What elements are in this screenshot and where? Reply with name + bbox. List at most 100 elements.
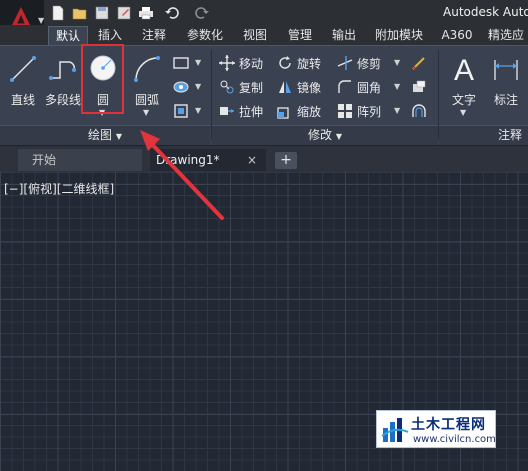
copy-label: 复制	[239, 80, 264, 95]
scale-icon	[277, 107, 289, 119]
stretch-icon	[220, 107, 234, 115]
document-tabs: 开始 Drawing1* × +	[0, 145, 528, 172]
ribbon-tabs: 默认 插入 注释 参数化 视图 管理 输出 附加模块 A360 精选应	[0, 25, 528, 45]
arc-icon	[134, 56, 160, 82]
draw-panel-title-text: 绘图	[88, 128, 113, 142]
explode-icon	[413, 80, 426, 92]
chevron-down-icon[interactable]: ▼	[394, 82, 400, 91]
mirror-label: 镜像	[297, 80, 322, 95]
stretch-label: 拉伸	[239, 104, 264, 119]
erase-icon	[412, 57, 425, 70]
boundary-icon	[174, 104, 188, 118]
watermark-url: www.civilcn.com	[413, 434, 496, 445]
draw-panel-title[interactable]: 绘图 ▼	[70, 126, 140, 144]
text-icon: A	[454, 54, 474, 86]
tab-a360[interactable]: A360	[436, 26, 478, 45]
rectangle-tool[interactable]	[172, 52, 193, 74]
copy-tool[interactable]: 复制	[218, 76, 263, 98]
scale-label: 缩放	[297, 104, 322, 119]
new-tab-button[interactable]: +	[275, 152, 297, 169]
mirror-icon	[279, 81, 291, 93]
chevron-down-icon: ▼	[335, 132, 342, 141]
array-tool[interactable]: 阵列	[336, 100, 381, 122]
chevron-down-icon[interactable]: ▼	[394, 58, 400, 67]
chevron-down-icon[interactable]: ▼	[195, 106, 201, 115]
erase-tool[interactable]	[410, 52, 431, 74]
rotate-label: 旋转	[297, 56, 322, 71]
chevron-down-icon: ▼	[115, 132, 122, 141]
undo-icon[interactable]	[158, 3, 186, 22]
print-icon[interactable]	[136, 3, 156, 22]
copy-icon	[220, 80, 234, 94]
offset-tool[interactable]	[410, 100, 431, 122]
watermark-title: 土木工程网	[411, 417, 486, 433]
stretch-tool[interactable]: 拉伸	[218, 100, 263, 122]
tab-default[interactable]: 默认	[48, 26, 88, 45]
viewport-controls[interactable]: [−][俯视][二维线框]	[4, 180, 114, 197]
arc-label: 圆弧	[134, 93, 159, 107]
modify-panel-title-text: 修改	[308, 128, 333, 142]
ribbon-panel: 直线 多段线 圆 ▼ 圆弧 ▼ ▼ ▼ ▼ 绘图 ▼ 移动 旋转 修剪 ▼ 复制…	[0, 45, 528, 145]
rotate-icon	[279, 56, 291, 69]
scale-tool[interactable]: 缩放	[276, 100, 321, 122]
tab-insert[interactable]: 插入	[92, 26, 128, 45]
chevron-down-icon[interactable]: ▼	[195, 58, 201, 67]
save-as-icon[interactable]	[114, 3, 134, 22]
move-tool[interactable]: 移动	[218, 52, 263, 74]
dimension-tool[interactable]: 标注	[487, 50, 525, 120]
circle-tool-highlight	[81, 44, 124, 114]
dimension-label: 标注	[493, 93, 518, 107]
tab-start[interactable]: 开始	[18, 149, 142, 171]
building-logo-icon	[381, 418, 409, 442]
svg-text:A: A	[454, 54, 474, 86]
fillet-icon	[338, 80, 351, 93]
polyline-tool[interactable]: 多段线	[44, 50, 82, 120]
save-icon[interactable]	[92, 3, 112, 22]
open-folder-icon[interactable]	[70, 3, 90, 22]
tab-output[interactable]: 输出	[326, 26, 362, 45]
window-title: Autodesk Auto	[443, 5, 528, 19]
dimension-icon	[494, 60, 518, 80]
array-label: 阵列	[357, 104, 382, 119]
trim-icon	[337, 56, 353, 70]
tab-featured[interactable]: 精选应	[484, 26, 528, 45]
chevron-down-icon: ▼	[38, 16, 45, 25]
rectangle-icon	[173, 57, 189, 69]
tab-manage[interactable]: 管理	[282, 26, 318, 45]
redo-icon[interactable]	[188, 3, 216, 22]
explode-tool[interactable]	[410, 76, 431, 98]
modify-panel-title[interactable]: 修改 ▼	[290, 126, 360, 144]
close-icon[interactable]: ×	[247, 149, 261, 171]
trim-label: 修剪	[357, 56, 382, 71]
fillet-label: 圆角	[357, 80, 382, 95]
move-icon	[219, 55, 235, 71]
quick-access-toolbar	[48, 3, 216, 22]
polyline-icon	[49, 61, 76, 80]
chevron-down-icon[interactable]: ▼	[394, 106, 400, 115]
chevron-down-icon[interactable]: ▼	[143, 108, 149, 117]
new-file-icon[interactable]	[48, 3, 68, 22]
line-icon	[10, 56, 36, 82]
tab-view[interactable]: 视图	[237, 26, 273, 45]
move-label: 移动	[239, 56, 264, 71]
offset-icon	[412, 104, 426, 117]
text-tool[interactable]: A 文字 ▼	[445, 50, 483, 120]
trim-tool[interactable]: 修剪	[336, 52, 381, 74]
boundary-tool[interactable]	[172, 100, 193, 122]
chevron-down-icon[interactable]: ▼	[195, 82, 201, 91]
line-tool[interactable]: 直线	[4, 50, 42, 120]
tab-addins[interactable]: 附加模块	[369, 26, 429, 45]
tab-parametric[interactable]: 参数化	[180, 26, 230, 45]
chevron-down-icon[interactable]: ▼	[460, 108, 466, 117]
mirror-tool[interactable]: 镜像	[276, 76, 321, 98]
rotate-tool[interactable]: 旋转	[276, 52, 321, 74]
fillet-tool[interactable]: 圆角	[336, 76, 381, 98]
hatch-icon	[173, 81, 189, 93]
arc-tool[interactable]: 圆弧 ▼	[128, 50, 166, 120]
tab-annotate[interactable]: 注释	[136, 26, 172, 45]
title-bar: ▼ Autodesk Auto	[0, 0, 528, 44]
watermark: 土木工程网 www.civilcn.com	[376, 410, 496, 448]
array-icon	[338, 104, 352, 118]
annotation-panel-title[interactable]: 注释	[480, 126, 528, 144]
hatch-tool[interactable]	[172, 76, 193, 98]
